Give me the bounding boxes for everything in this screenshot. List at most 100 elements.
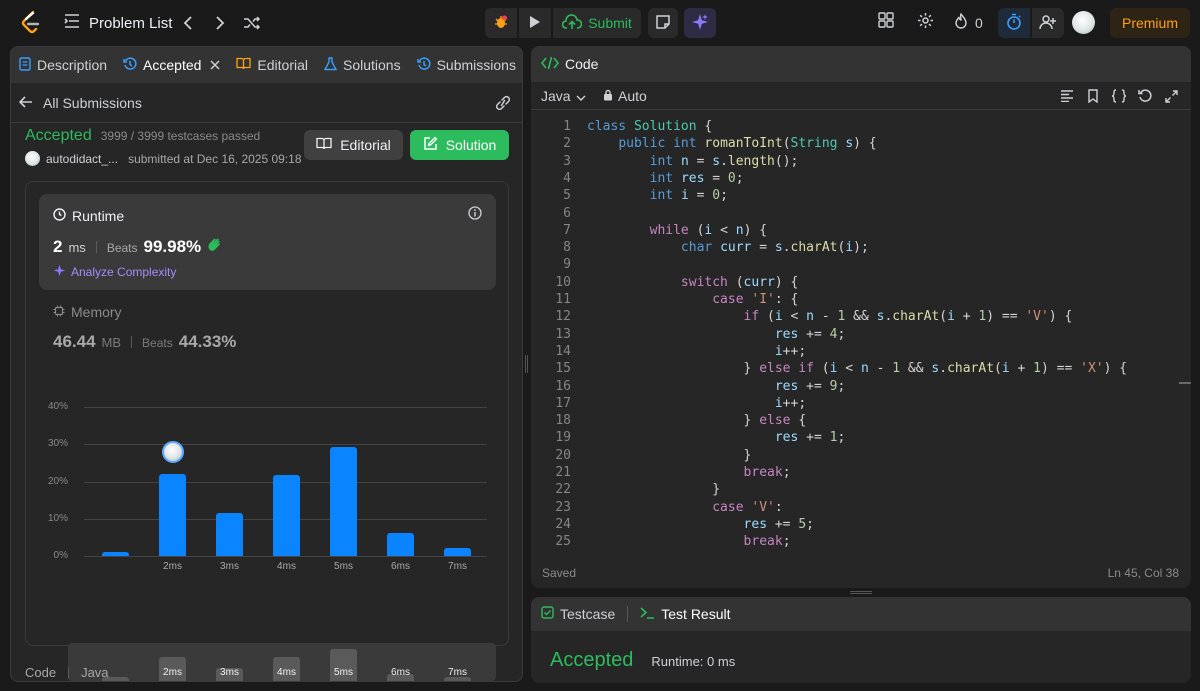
line-number: 21 — [555, 465, 571, 480]
submitter-info: autodidact_... submitted at Dec 16, 2025… — [25, 151, 302, 166]
format-icon[interactable] — [1059, 88, 1075, 104]
run-controls: Submit — [485, 8, 641, 38]
tab-test-result[interactable]: Test Result — [640, 597, 731, 632]
debug-button[interactable] — [485, 8, 517, 38]
line-number: 16 — [555, 378, 571, 394]
top-navbar: Problem List Submit 0 Premium — [0, 0, 1200, 46]
analyze-complexity-link[interactable]: Analyze Complexity — [53, 264, 176, 280]
code-line[interactable]: 6 — [531, 205, 571, 222]
chart-bar[interactable] — [387, 532, 414, 556]
auto-mode[interactable]: Auto — [603, 88, 647, 104]
code-line[interactable]: 21 break; — [531, 464, 790, 481]
shuffle-icon[interactable] — [242, 13, 262, 33]
tab-solutions[interactable]: Solutions — [316, 47, 409, 83]
your-submission-marker[interactable] — [161, 441, 184, 464]
runtime-title-label: Runtime — [72, 208, 125, 224]
reset-icon[interactable] — [1137, 88, 1153, 104]
info-icon[interactable] — [468, 206, 482, 223]
horizontal-resize-handle[interactable] — [850, 591, 872, 594]
checkbox-icon — [541, 606, 554, 622]
code-text: if (i < n - 1 && s.charAt(i + 1) == 'V')… — [743, 309, 1073, 325]
chart-bar[interactable] — [330, 446, 357, 556]
chart-range-selector[interactable]: 2ms 3ms 4ms 5ms 6ms 7ms — [68, 643, 496, 681]
premium-button[interactable]: Premium — [1110, 8, 1190, 38]
settings-gear-icon[interactable] — [917, 12, 934, 29]
code-line[interactable]: 2 public int romanToInt(String s) { — [531, 135, 876, 152]
line-number: 12 — [555, 309, 571, 325]
stopwatch-button[interactable] — [998, 8, 1030, 38]
code-line[interactable]: 17 i++; — [531, 395, 806, 412]
user-avatar[interactable] — [1072, 11, 1095, 34]
problem-list-button[interactable]: Problem List — [64, 12, 172, 34]
streak-counter[interactable]: 0 — [954, 12, 983, 32]
code-line[interactable]: 11 case 'I': { — [531, 291, 798, 308]
editorial-button[interactable]: Editorial — [304, 130, 403, 160]
memory-beats-label: Beats — [142, 336, 173, 350]
submission-subheader: All Submissions — [11, 83, 522, 123]
tab-submissions[interactable]: Submissions — [409, 47, 522, 83]
code-line[interactable]: 16 res += 9; — [531, 378, 845, 395]
code-text: res += 1; — [774, 430, 846, 446]
clock-icon — [53, 208, 66, 224]
chart-bar[interactable] — [444, 548, 471, 556]
book-icon — [236, 57, 252, 73]
code-line[interactable]: 22 } — [531, 481, 720, 498]
vertical-resize-handle[interactable] — [525, 355, 528, 373]
code-line[interactable]: 9 — [531, 256, 571, 273]
tab-editorial[interactable]: Editorial — [228, 47, 316, 83]
chart-bar[interactable] — [159, 474, 186, 556]
chart-bar[interactable] — [273, 475, 300, 556]
chart-bar[interactable] — [102, 551, 129, 556]
tab-description[interactable]: Description — [11, 47, 115, 83]
language-label: Java — [541, 88, 571, 104]
all-submissions-link[interactable]: All Submissions — [18, 95, 142, 111]
language-select[interactable]: Java — [541, 88, 586, 104]
prev-problem-icon[interactable] — [178, 13, 198, 33]
code-editor[interactable]: 1 class Solution {2 public int romanToInt… — [531, 118, 1191, 554]
code-line[interactable]: 1 class Solution { — [531, 118, 712, 135]
code-line[interactable]: 5 int i = 0; — [531, 187, 728, 204]
run-button[interactable] — [519, 8, 551, 38]
runtime-card[interactable]: Runtime 2 ms Beats 99.98% Analyze Comple… — [39, 194, 496, 290]
code-line[interactable]: 4 int res = 0; — [531, 170, 743, 187]
code-line[interactable]: 10 switch (curr) { — [531, 274, 798, 291]
expand-icon[interactable] — [1163, 88, 1179, 104]
layout-icon[interactable] — [878, 12, 894, 28]
code-tab-label[interactable]: Code — [565, 56, 598, 72]
code-line[interactable]: 18 } else { — [531, 412, 806, 429]
test-result-runtime: Runtime: 0 ms — [651, 654, 736, 669]
submitter-username[interactable]: autodidact_... — [46, 152, 118, 166]
bookmark-icon[interactable] — [1085, 88, 1101, 104]
code-line[interactable]: 12 if (i < n - 1 && s.charAt(i + 1) == '… — [531, 308, 1072, 325]
next-problem-icon[interactable] — [210, 13, 230, 33]
notes-button[interactable] — [648, 8, 678, 38]
code-line[interactable]: 19 res += 1; — [531, 429, 845, 446]
scrollbar-indicator[interactable] — [1179, 382, 1191, 384]
solution-button[interactable]: Solution — [410, 130, 509, 160]
add-friend-button[interactable] — [1032, 8, 1064, 38]
memory-title-label: Memory — [71, 304, 122, 320]
runtime-beats-label: Beats — [106, 241, 138, 255]
runtime-value: 2 — [53, 237, 63, 256]
code-line[interactable]: 3 int n = s.length(); — [531, 153, 798, 170]
chart-bar[interactable] — [216, 513, 243, 556]
curly-braces-icon[interactable] — [1111, 88, 1127, 104]
tab-accepted[interactable]: Accepted — [115, 47, 228, 83]
memory-title[interactable]: Memory — [53, 304, 122, 320]
share-link-icon[interactable] — [494, 95, 512, 114]
code-line[interactable]: 13 res += 4; — [531, 326, 845, 343]
leetcode-logo[interactable] — [20, 10, 42, 36]
code-line[interactable]: 23 case 'V': — [531, 499, 782, 516]
code-line[interactable]: 24 res += 5; — [531, 516, 814, 533]
code-line[interactable]: 7 while (i < n) { — [531, 222, 767, 239]
ai-assistant-button[interactable] — [684, 8, 716, 38]
code-line[interactable]: 8 char curr = s.charAt(i); — [531, 239, 869, 256]
code-line[interactable]: 20 } — [531, 447, 751, 464]
code-line[interactable]: 15 } else if (i < n - 1 && s.charAt(i + … — [531, 360, 1127, 377]
submit-button[interactable]: Submit — [553, 8, 641, 38]
code-line[interactable]: 14 i++; — [531, 343, 806, 360]
stopwatch-icon — [1006, 13, 1022, 33]
close-tab-icon[interactable] — [210, 57, 220, 73]
code-line[interactable]: 25 break; — [531, 533, 790, 550]
tab-testcase[interactable]: Testcase — [541, 597, 615, 632]
